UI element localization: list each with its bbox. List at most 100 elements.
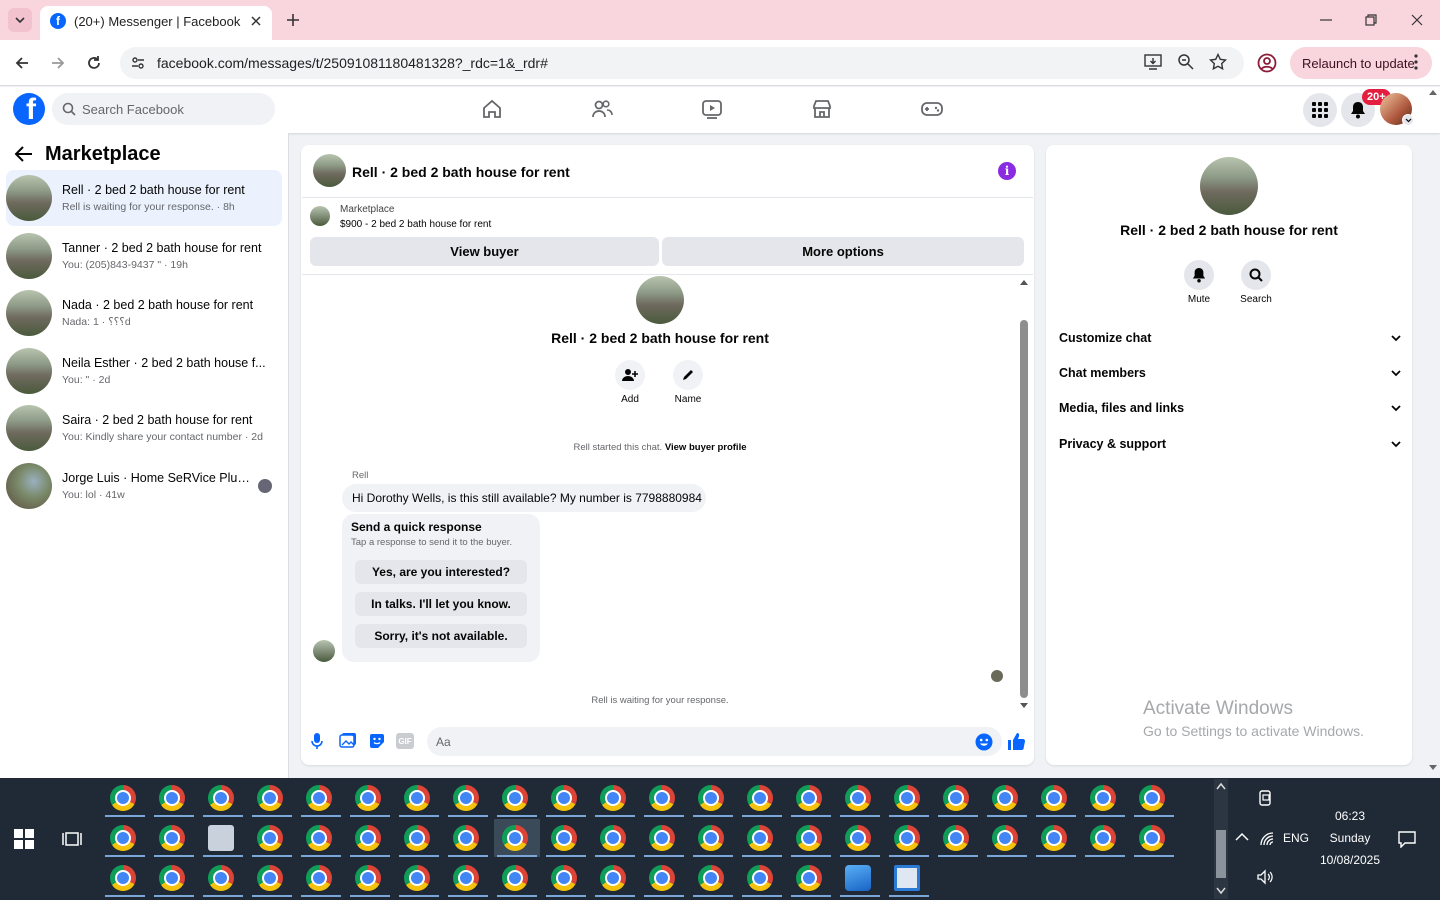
taskbar-app-slot[interactable]: [347, 859, 393, 897]
taskbar-app-slot[interactable]: [1131, 779, 1177, 817]
scroll-down-arrow-icon[interactable]: [1019, 702, 1029, 712]
taskbar-app-slot[interactable]: [739, 859, 785, 897]
conversation-item[interactable]: Jorge Luis · Home SeRVice PluM... You: lo…: [6, 458, 282, 514]
taskbar-app-slot[interactable]: [396, 779, 442, 817]
taskbar-app-slot[interactable]: [151, 819, 197, 857]
facebook-logo-icon[interactable]: f: [13, 93, 45, 125]
language-indicator[interactable]: ENG: [1283, 831, 1309, 845]
taskbar-app-slot[interactable]: [837, 819, 883, 857]
network-icon[interactable]: [1259, 831, 1277, 847]
privacy-support-section[interactable]: Privacy & support: [1059, 437, 1401, 451]
marketplace-icon[interactable]: [802, 96, 842, 122]
taskbar-app-slot[interactable]: [788, 819, 834, 857]
message-input[interactable]: Aa: [427, 727, 1002, 756]
taskbar-app-slot[interactable]: [151, 859, 197, 897]
windows-start-icon[interactable]: [14, 829, 34, 849]
clock-day[interactable]: Sunday: [1310, 831, 1390, 845]
taskbar-app-slot[interactable]: [102, 859, 148, 897]
clock-date[interactable]: 10/08/2025: [1310, 853, 1390, 867]
media-files-links-section[interactable]: Media, files and links: [1059, 401, 1401, 415]
notification-center-icon[interactable]: [1397, 830, 1417, 848]
meet-now-icon[interactable]: [1258, 789, 1274, 807]
taskbar-app-slot[interactable]: [1082, 779, 1128, 817]
search-in-chat-button[interactable]: [1241, 260, 1271, 290]
taskbar-app-slot[interactable]: [543, 819, 589, 857]
close-window-icon[interactable]: [1407, 10, 1427, 30]
taskbar-app-slot[interactable]: [494, 819, 540, 857]
more-options-button[interactable]: More options: [662, 237, 1024, 266]
install-app-icon[interactable]: [1144, 53, 1164, 73]
gif-icon[interactable]: GIF: [396, 733, 414, 749]
taskbar-app-slot[interactable]: [396, 859, 442, 897]
conversation-item[interactable]: Tanner · 2 bed 2 bath house for rent You:…: [6, 228, 282, 284]
site-settings-icon[interactable]: [128, 53, 148, 73]
taskbar-app-slot[interactable]: [788, 859, 834, 897]
customize-chat-section[interactable]: Customize chat: [1059, 331, 1401, 345]
taskbar-app-slot[interactable]: [249, 819, 295, 857]
taskbar-app-slot[interactable]: [935, 819, 981, 857]
emoji-icon[interactable]: [975, 733, 993, 751]
conversation-item[interactable]: Nada · 2 bed 2 bath house for rent Nada: …: [6, 285, 282, 341]
taskbar-app-slot[interactable]: [102, 779, 148, 817]
task-view-icon[interactable]: [62, 830, 82, 848]
page-scroll-up-icon[interactable]: [1428, 88, 1438, 96]
taskbar-app-slot[interactable]: [347, 819, 393, 857]
chat-members-section[interactable]: Chat members: [1059, 366, 1401, 380]
taskbar-app-slot[interactable]: [984, 779, 1030, 817]
close-tab-icon[interactable]: [246, 11, 266, 31]
back-arrow-icon[interactable]: [14, 145, 38, 165]
taskbar-app-slot[interactable]: [249, 859, 295, 897]
conversation-item[interactable]: Rell · 2 bed 2 bath house for rent Rell i…: [6, 170, 282, 226]
taskbar-app-slot[interactable]: [788, 779, 834, 817]
taskbar-app-slot[interactable]: [298, 779, 344, 817]
zoom-icon[interactable]: [1177, 53, 1197, 73]
add-person-button[interactable]: [615, 360, 645, 390]
taskbar-app-slot[interactable]: [102, 819, 148, 857]
taskbar-app-slot[interactable]: [1082, 819, 1128, 857]
home-icon[interactable]: [472, 96, 512, 122]
view-buyer-button[interactable]: View buyer: [310, 237, 659, 266]
taskbar-app-slot[interactable]: [151, 779, 197, 817]
mute-button[interactable]: [1184, 260, 1214, 290]
microphone-icon[interactable]: [310, 732, 326, 750]
minimize-icon[interactable]: [1316, 10, 1336, 30]
video-icon[interactable]: [692, 96, 732, 122]
quick-reply-not-available-button[interactable]: Sorry, it's not available.: [355, 624, 527, 648]
sticker-icon[interactable]: [368, 732, 386, 750]
chat-header-title[interactable]: Rell · 2 bed 2 bath house for rent: [352, 164, 570, 180]
reload-icon[interactable]: [80, 49, 108, 77]
taskbar-app-slot[interactable]: [837, 779, 883, 817]
taskbar-app-slot[interactable]: [494, 779, 540, 817]
taskbar-app-slot[interactable]: [298, 859, 344, 897]
info-icon[interactable]: i: [998, 162, 1016, 180]
back-icon[interactable]: [8, 49, 36, 77]
taskbar-app-slot[interactable]: [200, 819, 246, 857]
taskbar-app-slot[interactable]: [298, 819, 344, 857]
browser-tab[interactable]: f (20+) Messenger | Facebook: [40, 6, 272, 40]
taskbar-app-slot[interactable]: [886, 819, 932, 857]
forward-icon[interactable]: [44, 49, 72, 77]
taskbar-app-slot[interactable]: [396, 819, 442, 857]
taskbar-app-slot[interactable]: [837, 859, 883, 897]
taskbar-app-slot[interactable]: [935, 779, 981, 817]
taskbar-app-slot[interactable]: [592, 859, 638, 897]
edit-name-button[interactable]: [673, 360, 703, 390]
taskbar-app-slot[interactable]: [445, 779, 491, 817]
view-buyer-profile-link[interactable]: View buyer profile: [665, 442, 747, 453]
volume-icon[interactable]: [1256, 869, 1274, 885]
profile-icon[interactable]: [1256, 52, 1278, 74]
taskbar-scroll-down-icon[interactable]: [1216, 887, 1226, 895]
taskbar-app-slot[interactable]: [592, 819, 638, 857]
taskbar-app-slot[interactable]: [200, 859, 246, 897]
scroll-up-arrow-icon[interactable]: [1019, 278, 1029, 288]
quick-reply-yes-button[interactable]: Yes, are you interested?: [355, 560, 527, 584]
new-tab-icon[interactable]: [282, 9, 304, 31]
taskbar-app-slot[interactable]: [641, 819, 687, 857]
chat-header-avatar[interactable]: [313, 154, 346, 187]
account-chevron-icon[interactable]: [1402, 114, 1414, 126]
gaming-icon[interactable]: [912, 96, 952, 122]
taskbar-app-slot[interactable]: [445, 819, 491, 857]
taskbar-app-slot[interactable]: [543, 859, 589, 897]
page-scroll-down-icon[interactable]: [1428, 764, 1438, 772]
taskbar-scroll-thumb[interactable]: [1216, 830, 1226, 878]
